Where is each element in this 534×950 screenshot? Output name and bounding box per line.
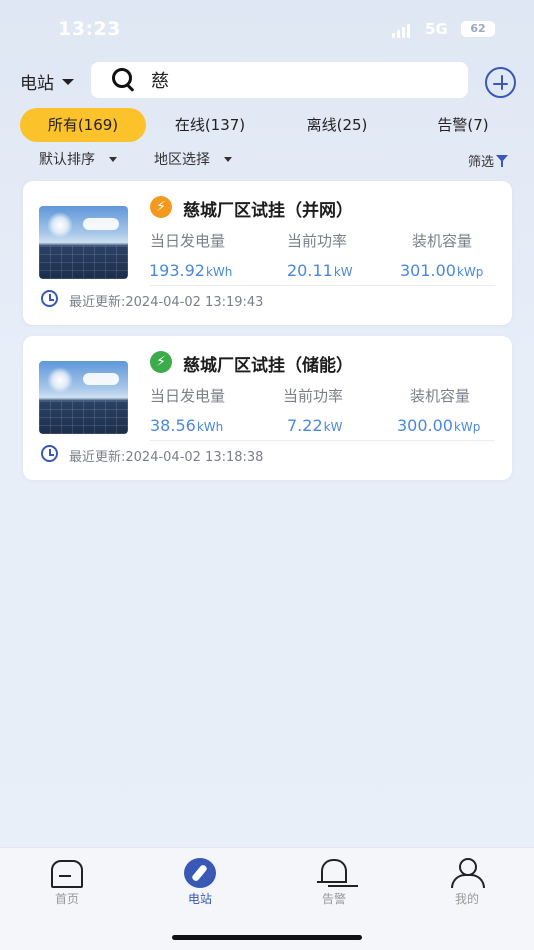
tab-online[interactable]: 在线(137) bbox=[158, 108, 262, 142]
metric-label: 装机容量 bbox=[412, 232, 473, 250]
add-station-button[interactable] bbox=[485, 67, 516, 98]
daily-energy-value: 193.92 bbox=[149, 261, 205, 280]
nav-label: 我的 bbox=[454, 892, 479, 906]
filter-button[interactable]: 筛选 bbox=[468, 151, 510, 170]
bell-icon bbox=[316, 858, 352, 888]
station-card[interactable]: ⚡ 慈城厂区试挂（并网） 当日发电量 当前功率 装机容量 193.92kWh 2… bbox=[23, 181, 512, 325]
clock-icon bbox=[41, 290, 58, 307]
current-power-value: 7.22 bbox=[287, 416, 323, 435]
top-bar: 电站 慈 bbox=[0, 60, 534, 104]
nav-stations[interactable]: 电站 bbox=[165, 858, 235, 907]
tab-alarm[interactable]: 告警(7) bbox=[420, 108, 506, 142]
region-dropdown[interactable]: 地区选择 bbox=[154, 149, 232, 169]
last-updated: 最近更新:2024-04-02 13:18:38 bbox=[69, 450, 264, 465]
metric-value: 7.22kW bbox=[287, 416, 342, 435]
station-name: 慈城厂区试挂（储能） bbox=[183, 356, 353, 376]
caret-down-icon bbox=[224, 156, 232, 162]
sort-dropdown[interactable]: 默认排序 bbox=[39, 149, 117, 169]
caret-down-icon bbox=[62, 78, 74, 85]
status-tabs: 所有(169) 在线(137) 离线(25) 告警(7) bbox=[0, 108, 534, 142]
network-type: 5G bbox=[425, 20, 448, 38]
search-icon bbox=[111, 67, 137, 93]
nav-label: 首页 bbox=[54, 892, 79, 906]
current-power-value: 20.11 bbox=[287, 261, 333, 280]
metric-value: 300.00kWp bbox=[397, 416, 480, 435]
station-thumbnail bbox=[39, 361, 128, 434]
divider bbox=[150, 440, 495, 441]
nav-home[interactable]: 首页 bbox=[32, 858, 102, 907]
unit: kWp bbox=[453, 420, 481, 434]
tab-all[interactable]: 所有(169) bbox=[20, 108, 146, 142]
metric-label: 当日发电量 bbox=[150, 232, 226, 250]
caret-down-icon bbox=[109, 156, 117, 162]
search-value: 慈 bbox=[151, 71, 169, 92]
metric-value: 301.00kWp bbox=[400, 261, 483, 280]
metric-label: 装机容量 bbox=[410, 387, 471, 405]
unit: kWh bbox=[205, 265, 233, 279]
battery-icon: 62 bbox=[461, 21, 495, 37]
divider bbox=[150, 285, 495, 286]
unit: kW bbox=[333, 265, 353, 279]
metric-value: 20.11kW bbox=[287, 261, 353, 280]
tab-offline[interactable]: 离线(25) bbox=[290, 108, 384, 142]
metric-label: 当前功率 bbox=[287, 232, 348, 250]
lightning-icon: ⚡ bbox=[150, 196, 172, 218]
status-time: 13:23 bbox=[58, 18, 121, 40]
station-type-label: 电站 bbox=[20, 74, 54, 94]
region-label: 地区选择 bbox=[154, 152, 210, 168]
filter-bar: 默认排序 地区选择 筛选 bbox=[0, 147, 534, 171]
station-name: 慈城厂区试挂（并网） bbox=[183, 201, 353, 221]
nav-profile[interactable]: 我的 bbox=[432, 858, 502, 907]
capacity-value: 301.00 bbox=[400, 261, 456, 280]
nav-alarms[interactable]: 告警 bbox=[299, 858, 369, 907]
unit: kWp bbox=[456, 265, 484, 279]
user-icon bbox=[449, 858, 485, 888]
filter-label: 筛选 bbox=[468, 155, 495, 170]
last-updated: 最近更新:2024-04-02 13:19:43 bbox=[69, 295, 264, 310]
signal-icon bbox=[392, 24, 410, 38]
sort-label: 默认排序 bbox=[39, 152, 95, 168]
home-indicator bbox=[172, 935, 362, 940]
unit: kW bbox=[323, 420, 343, 434]
lightning-icon: ⚡ bbox=[150, 351, 172, 373]
metric-value: 38.56kWh bbox=[150, 416, 223, 435]
station-card[interactable]: ⚡ 慈城厂区试挂（储能） 当日发电量 当前功率 装机容量 38.56kWh 7.… bbox=[23, 336, 512, 480]
search-input[interactable]: 慈 bbox=[91, 62, 468, 98]
nav-label: 电站 bbox=[187, 892, 212, 906]
nav-label: 告警 bbox=[321, 892, 346, 906]
metric-label: 当日发电量 bbox=[150, 387, 226, 405]
daily-energy-value: 38.56 bbox=[150, 416, 196, 435]
clock-icon bbox=[41, 445, 58, 462]
capacity-value: 300.00 bbox=[397, 416, 453, 435]
station-thumbnail bbox=[39, 206, 128, 279]
unit: kWh bbox=[196, 420, 224, 434]
home-icon bbox=[49, 858, 85, 888]
station-type-dropdown[interactable]: 电站 bbox=[20, 69, 74, 94]
compass-icon bbox=[182, 858, 218, 888]
funnel-icon bbox=[496, 154, 510, 168]
metric-label: 当前功率 bbox=[283, 387, 344, 405]
status-bar: 13:23 5G 62 bbox=[0, 0, 534, 58]
metric-value: 193.92kWh bbox=[149, 261, 232, 280]
